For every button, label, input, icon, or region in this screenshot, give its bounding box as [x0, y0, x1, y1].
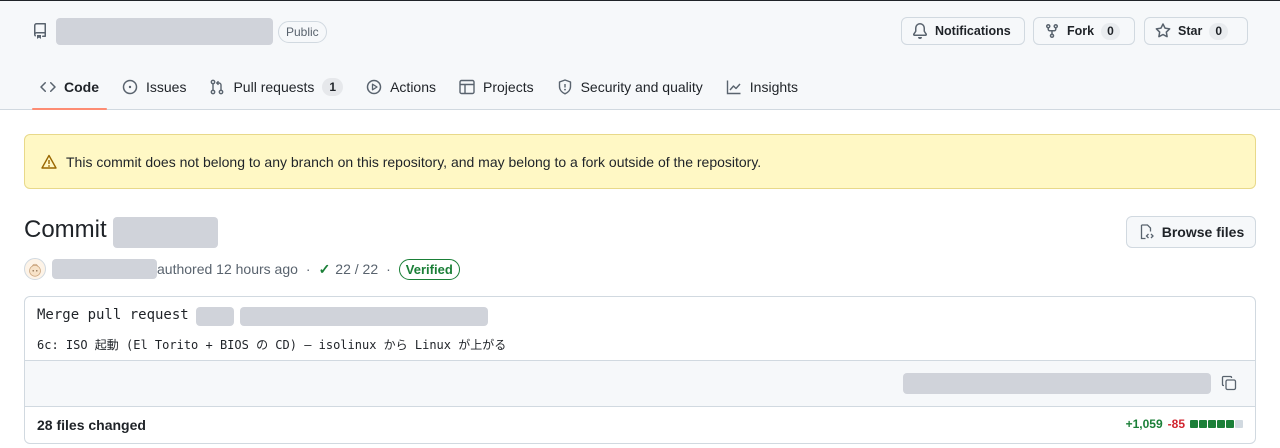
fork-warning-banner: This commit does not belong to any branc…: [24, 134, 1256, 189]
tab-code-label: Code: [64, 79, 99, 95]
issue-icon: [122, 79, 138, 95]
fork-icon: [1046, 24, 1058, 39]
branch-name-redacted: [240, 307, 488, 326]
pull-requests-count: 1: [322, 78, 344, 96]
tab-pull-requests-label: Pull requests: [233, 79, 315, 95]
commit-sha-redacted: [113, 217, 218, 248]
code-icon: [40, 81, 56, 93]
graph-icon: [726, 80, 741, 95]
checks-status[interactable]: 22 / 22: [335, 261, 378, 277]
tab-actions-label: Actions: [390, 79, 437, 95]
commit-heading: Commit: [24, 216, 107, 243]
shield-icon: [558, 79, 571, 95]
bell-icon: [912, 23, 927, 39]
additions-count: +1,059: [1125, 417, 1163, 431]
tab-pull-requests[interactable]: Pull requests 1: [201, 67, 351, 107]
copy-icon[interactable]: [1221, 375, 1237, 391]
deletions-count: -85: [1167, 417, 1185, 431]
fork-warning-text: This commit does not belong to any branc…: [66, 153, 762, 170]
check-icon: ✓: [318, 260, 331, 277]
tab-insights-label: Insights: [749, 79, 799, 95]
tab-issues-label: Issues: [146, 79, 187, 95]
star-label: Star: [1178, 24, 1203, 38]
diffstat-block-add: [1208, 420, 1216, 428]
verified-badge[interactable]: Verified: [398, 258, 460, 280]
tab-actions[interactable]: Actions: [358, 67, 444, 107]
star-count: 0: [1209, 22, 1229, 40]
diffstat-block-neutral: [1235, 420, 1243, 428]
play-icon: [366, 79, 382, 95]
files-changed-count: 28 files changed: [37, 417, 146, 433]
diffstat-block-add: [1190, 420, 1198, 428]
commit-message-body: 6c: ISO 起動 (El Torito + BIOS の CD) — iso…: [37, 338, 507, 352]
tab-issues[interactable]: Issues: [114, 67, 194, 107]
commit-meta: authored 12 hours ago · ✓ 22 / 22 · Veri…: [24, 258, 460, 280]
commit-details-box: Merge pull request 6c: ISO 起動 (El Torito…: [24, 296, 1256, 444]
tab-security-label: Security and quality: [580, 79, 703, 95]
tab-projects-label: Projects: [483, 79, 534, 95]
pull-request-icon: [211, 79, 224, 95]
tab-projects[interactable]: Projects: [451, 67, 542, 107]
browse-files-button[interactable]: Browse files: [1126, 216, 1256, 248]
notifications-button[interactable]: Notifications: [901, 17, 1025, 45]
author-name-redacted[interactable]: [52, 259, 157, 279]
diffstat: +1,059 -85: [1126, 417, 1243, 431]
divider: [25, 406, 1255, 407]
commit-sha-row: [25, 361, 1255, 406]
commit-message-title: Merge pull request: [37, 307, 189, 323]
separator-dot: ·: [305, 261, 311, 277]
separator-dot: ·: [386, 261, 391, 277]
repo-nav-tabs: Code Issues Pull requests 1 Actions Proj…: [32, 67, 813, 111]
diffstat-block-add: [1226, 420, 1234, 428]
authored-time: authored 12 hours ago: [157, 261, 298, 277]
star-icon: [1155, 23, 1171, 38]
repo-name-redacted[interactable]: [56, 18, 273, 45]
tab-code[interactable]: Code: [32, 67, 107, 110]
star-button[interactable]: Star 0: [1144, 17, 1248, 45]
repo-icon: [34, 23, 46, 39]
alert-icon: [41, 154, 57, 169]
fork-button[interactable]: Fork 0: [1033, 17, 1135, 45]
tab-insights[interactable]: Insights: [718, 67, 806, 107]
diffstat-block-add: [1217, 420, 1225, 428]
avatar[interactable]: [24, 258, 46, 280]
avatar-image: [29, 263, 41, 277]
tab-security[interactable]: Security and quality: [549, 67, 711, 107]
visibility-badge: Public: [278, 21, 327, 43]
file-code-icon: [1140, 224, 1154, 240]
commit-message-title-text: Merge pull request: [37, 307, 189, 323]
repo-header: Public Notifications Fork 0 Star 0 Code …: [0, 0, 1280, 110]
fork-label: Fork: [1067, 24, 1095, 38]
pr-number-redacted[interactable]: [196, 307, 234, 326]
diffstat-blocks: [1190, 420, 1243, 428]
table-icon: [459, 79, 475, 95]
browse-files-label: Browse files: [1161, 224, 1245, 240]
fork-count: 0: [1101, 22, 1120, 40]
full-sha-redacted: [903, 373, 1211, 394]
notifications-label: Notifications: [935, 24, 1011, 38]
diffstat-block-add: [1199, 420, 1207, 428]
